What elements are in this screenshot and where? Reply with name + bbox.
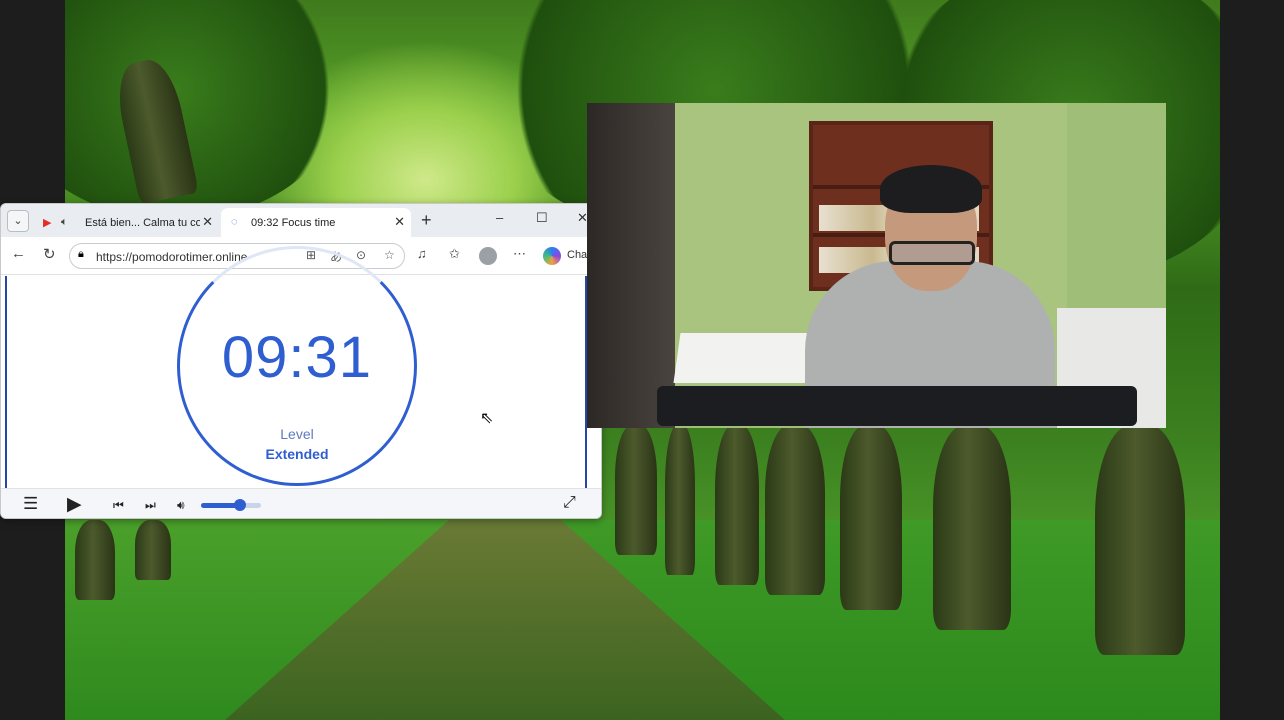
browser-window: ⌄ ▶ 🔈︎ Está bien... Calma tu cora ✕ ◌ 09… — [0, 203, 602, 519]
close-tab-icon[interactable]: ✕ — [202, 214, 213, 230]
webcam-video — [587, 103, 1166, 428]
level-label: Level — [280, 426, 314, 442]
media-control-icon[interactable]: ♫ — [417, 246, 427, 261]
player-controls: ☰ ▶ ⏮ ⏭ 🔊︎ ⤢ — [1, 488, 601, 518]
mouse-cursor-icon: ⇖ — [480, 410, 494, 427]
tree-trunk — [615, 425, 657, 555]
volume-icon[interactable]: 🔊︎ — [177, 498, 185, 513]
tree-trunk — [715, 425, 759, 585]
copilot-icon[interactable] — [543, 247, 561, 265]
monitor-edge — [657, 386, 1137, 426]
tree-trunk — [75, 520, 115, 600]
minimize-button[interactable]: – — [496, 210, 503, 225]
tree-trunk — [1095, 425, 1185, 655]
play-button-icon[interactable]: ▶ — [67, 493, 82, 516]
more-tools-icon[interactable]: ⊙ — [356, 248, 366, 262]
wardrobe — [587, 103, 675, 428]
youtube-icon: ▶ — [43, 217, 52, 229]
tab-title: 09:32 Focus time — [251, 217, 336, 229]
tab-strip: ⌄ ▶ 🔈︎ Está bien... Calma tu cora ✕ ◌ 09… — [1, 204, 601, 237]
lock-icon[interactable]: 🔒︎ — [78, 248, 84, 261]
url-text[interactable]: https://pomodorotimer.online — [96, 250, 247, 264]
desktop: ⌄ ▶ 🔈︎ Está bien... Calma tu cora ✕ ◌ 09… — [0, 0, 1284, 720]
tree-trunk — [135, 520, 171, 580]
refresh-icon[interactable]: ↻ — [43, 245, 56, 263]
back-arrow-icon[interactable]: ← — [11, 245, 26, 262]
fullscreen-expand-icon[interactable]: ⤢ — [563, 494, 576, 512]
profile-avatar-icon[interactable] — [479, 247, 497, 265]
new-tab-plus-icon[interactable]: + — [421, 210, 432, 231]
close-tab-icon[interactable]: ✕ — [394, 214, 405, 230]
timer-page: 09:31 Level Extended ⇖ — [5, 246, 587, 488]
maximize-button[interactable]: ☐ — [536, 210, 548, 226]
favorite-star-icon[interactable]: ☆ — [384, 248, 395, 262]
tree-trunk — [840, 425, 902, 610]
volume-slider[interactable] — [201, 499, 261, 511]
eyeglasses — [889, 241, 975, 265]
menu-hamburger-icon[interactable]: ☰ — [23, 494, 38, 514]
loading-icon: ◌ — [231, 216, 238, 228]
tree-trunk — [765, 425, 825, 595]
speaker-icon[interactable]: 🔈︎ — [61, 216, 68, 229]
tab-title: Está bien... Calma tu cora — [85, 217, 200, 229]
volume-knob[interactable] — [234, 499, 246, 511]
tab-youtube[interactable]: ▶ 🔈︎ Está bien... Calma tu cora ✕ — [35, 208, 219, 237]
person-hair — [880, 165, 982, 213]
previous-track-icon[interactable]: ⏮ — [113, 498, 124, 513]
next-track-icon[interactable]: ⏭ — [145, 498, 156, 513]
tree-trunk — [933, 425, 1011, 630]
tab-focus-timer[interactable]: ◌ 09:32 Focus time ✕ — [221, 208, 411, 237]
tab-actions-chevron-down-icon[interactable]: ⌄ — [7, 210, 29, 232]
level-value: Extended — [265, 446, 329, 462]
more-menu-icon[interactable]: ⋯ — [513, 246, 526, 262]
tree-trunk — [665, 425, 695, 575]
timer-display: 09:31 — [221, 325, 373, 390]
favorites-icon[interactable]: ✩ — [449, 246, 460, 262]
